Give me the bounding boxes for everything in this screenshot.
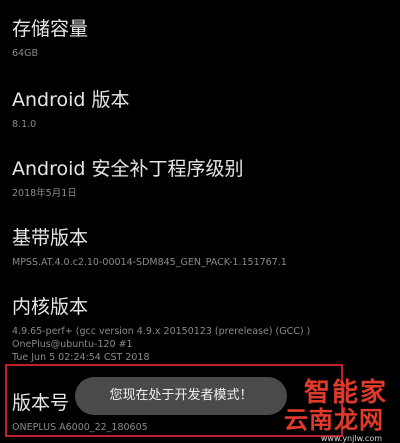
about-phone-screen: 存储容量 64GB Android 版本 8.1.0 Android 安全补丁程…	[0, 0, 400, 443]
setting-security-patch-value: 2018年5月1日	[12, 188, 77, 199]
setting-storage-value: 64GB	[12, 48, 38, 59]
setting-baseband[interactable]: 基带版本 MPSS.AT.4.0.c2.10-00014-SDM845_GEN_…	[12, 227, 388, 269]
setting-kernel[interactable]: 内核版本 4.9.65-perf+ (gcc version 4.9.x 201…	[12, 296, 388, 364]
kernel-line-2: OnePlus@ubuntu-120 #1	[12, 339, 133, 350]
setting-android-version[interactable]: Android 版本 8.1.0	[12, 89, 388, 131]
watermark-url: www.ynjlw.com	[320, 434, 382, 443]
watermark-line-1: 智能家	[303, 378, 388, 408]
setting-security-patch-title: Android 安全补丁程序级别	[12, 158, 244, 180]
setting-kernel-title: 内核版本	[12, 296, 89, 318]
watermark-line-2: 云南龙网	[284, 406, 384, 434]
setting-kernel-value: 4.9.65-perf+ (gcc version 4.9.x 20150123…	[12, 325, 388, 364]
setting-android-version-title: Android 版本	[12, 89, 130, 111]
setting-storage[interactable]: 存储容量 64GB	[12, 18, 388, 60]
setting-baseband-value: MPSS.AT.4.0.c2.10-00014-SDM845_GEN_PACK-…	[12, 257, 287, 268]
setting-android-version-value: 8.1.0	[12, 119, 37, 130]
setting-storage-title: 存储容量	[12, 18, 89, 40]
setting-security-patch[interactable]: Android 安全补丁程序级别 2018年5月1日	[12, 158, 388, 200]
watermark-logo: 智能家 云南龙网 www.ynjlw.com	[254, 378, 394, 443]
setting-baseband-title: 基带版本	[12, 227, 89, 249]
kernel-line-3: Tue Jun 5 02:24:54 CST 2018	[12, 352, 150, 363]
kernel-line-1: 4.9.65-perf+ (gcc version 4.9.x 20150123…	[12, 326, 311, 337]
